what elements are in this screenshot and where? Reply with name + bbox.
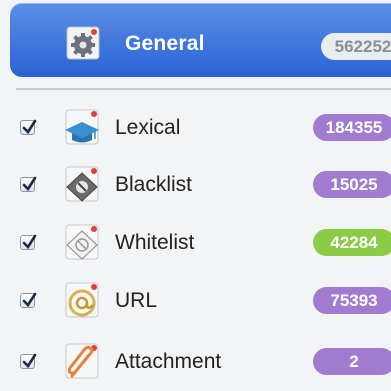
paperclip-icon <box>62 342 102 382</box>
sidebar-item-label: Attachment <box>115 350 222 373</box>
sidebar-item-whitelist[interactable]: Whitelist 42284 <box>0 217 391 267</box>
graduation-cap-icon <box>62 108 102 148</box>
sidebar-item-lexical[interactable]: Lexical 184355 <box>0 102 391 152</box>
count-badge: 184355 <box>313 114 391 141</box>
count-badge: 75393 <box>313 287 391 314</box>
sidebar-item-label: Lexical <box>115 116 181 139</box>
count-badge: 562252 <box>321 33 391 60</box>
at-sign-icon <box>62 281 102 321</box>
sidebar-item-label: Whitelist <box>115 231 195 254</box>
whitelist-shield-icon <box>62 223 102 263</box>
divider <box>16 88 391 90</box>
sidebar-item-url[interactable]: URL 75393 <box>0 275 391 325</box>
sidebar-item-label: Blacklist <box>115 173 193 196</box>
lexical-checkbox[interactable] <box>20 119 37 135</box>
sidebar-item-label: URL <box>115 289 158 312</box>
whitelist-checkbox[interactable] <box>20 234 37 250</box>
filter-sidebar: General 562252 Lexical 184355 Blacklist … <box>0 0 391 391</box>
sidebar-item-general[interactable]: General 562252 <box>10 3 391 77</box>
count-badge: 15025 <box>313 171 391 198</box>
attachment-checkbox[interactable] <box>20 353 37 369</box>
blacklist-checkbox[interactable] <box>20 176 37 192</box>
gear-icon <box>66 26 100 60</box>
blacklist-shield-icon <box>62 165 102 205</box>
sidebar-item-blacklist[interactable]: Blacklist 15025 <box>0 159 391 209</box>
count-badge: 2 <box>313 348 391 375</box>
url-checkbox[interactable] <box>20 292 37 308</box>
count-badge: 42284 <box>313 229 391 256</box>
sidebar-item-attachment[interactable]: Attachment 2 <box>0 336 391 386</box>
sidebar-item-label: General <box>125 32 205 55</box>
